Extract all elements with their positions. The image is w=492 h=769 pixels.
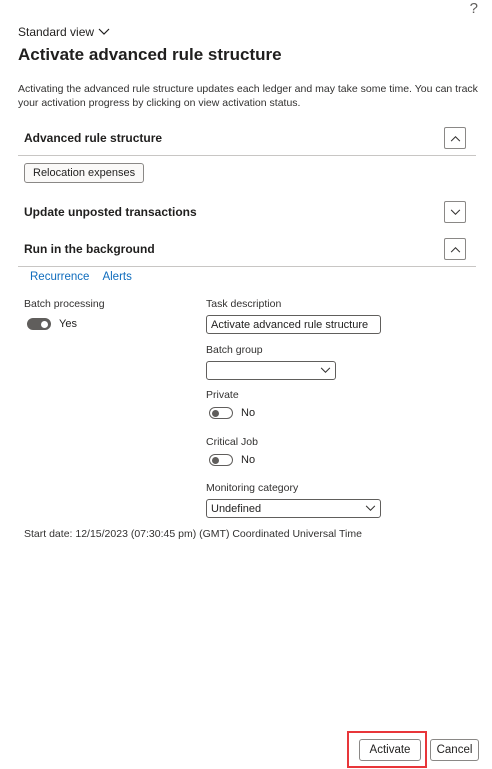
private-label: Private — [206, 389, 239, 401]
cancel-button[interactable]: Cancel — [430, 739, 479, 761]
chevron-down-icon — [320, 367, 331, 373]
monitoring-category-select[interactable]: Undefined — [206, 499, 381, 518]
dialog-description: Activating the advanced rule structure u… — [18, 83, 478, 109]
collapse-background-button[interactable] — [444, 238, 466, 260]
section-label: Advanced rule structure — [24, 131, 163, 145]
view-selector-label: Standard view — [18, 25, 95, 39]
critical-job-value: No — [241, 454, 256, 466]
batch-processing-toggle[interactable] — [27, 318, 51, 330]
chevron-down-icon — [450, 209, 460, 215]
batch-processing-row: Yes — [27, 318, 77, 330]
section-update-unposted: Update unposted transactions — [18, 195, 476, 229]
private-value: No — [241, 407, 256, 419]
collapse-advanced-button[interactable] — [444, 127, 466, 149]
private-row: No — [209, 407, 255, 419]
recurrence-link[interactable]: Recurrence — [30, 271, 89, 283]
background-links: Recurrence Alerts — [30, 271, 132, 283]
batch-processing-value: Yes — [59, 318, 77, 330]
monitoring-category-label: Monitoring category — [206, 482, 299, 494]
view-selector[interactable]: Standard view — [18, 25, 110, 39]
chevron-up-icon — [450, 135, 460, 141]
task-description-label: Task description — [206, 298, 282, 310]
section-label: Run in the background — [24, 242, 155, 256]
chevron-down-icon — [365, 505, 376, 511]
private-toggle[interactable] — [209, 407, 233, 419]
batch-group-label: Batch group — [206, 344, 263, 356]
help-icon[interactable]: ? — [470, 0, 478, 17]
critical-job-row: No — [209, 454, 255, 466]
chevron-up-icon — [450, 246, 460, 252]
batch-group-select[interactable] — [206, 361, 336, 380]
alerts-link[interactable]: Alerts — [102, 271, 131, 283]
batch-processing-label: Batch processing — [24, 298, 105, 310]
rule-structure-chip[interactable]: Relocation expenses — [24, 163, 145, 183]
chevron-down-icon — [98, 28, 110, 35]
start-date-text: Start date: 12/15/2023 (07:30:45 pm) (GM… — [24, 528, 362, 540]
critical-job-label: Critical Job — [206, 436, 258, 448]
section-advanced-rule-structure: Advanced rule structure — [18, 121, 476, 156]
section-run-background: Run in the background — [18, 232, 476, 267]
critical-job-toggle[interactable] — [209, 454, 233, 466]
task-description-input[interactable]: Activate advanced rule structure — [206, 315, 381, 334]
monitoring-category-value: Undefined — [211, 502, 262, 515]
dialog-title: Activate advanced rule structure — [18, 45, 282, 64]
activate-button[interactable]: Activate — [359, 739, 421, 761]
section-label: Update unposted transactions — [24, 205, 197, 219]
expand-update-button[interactable] — [444, 201, 466, 223]
